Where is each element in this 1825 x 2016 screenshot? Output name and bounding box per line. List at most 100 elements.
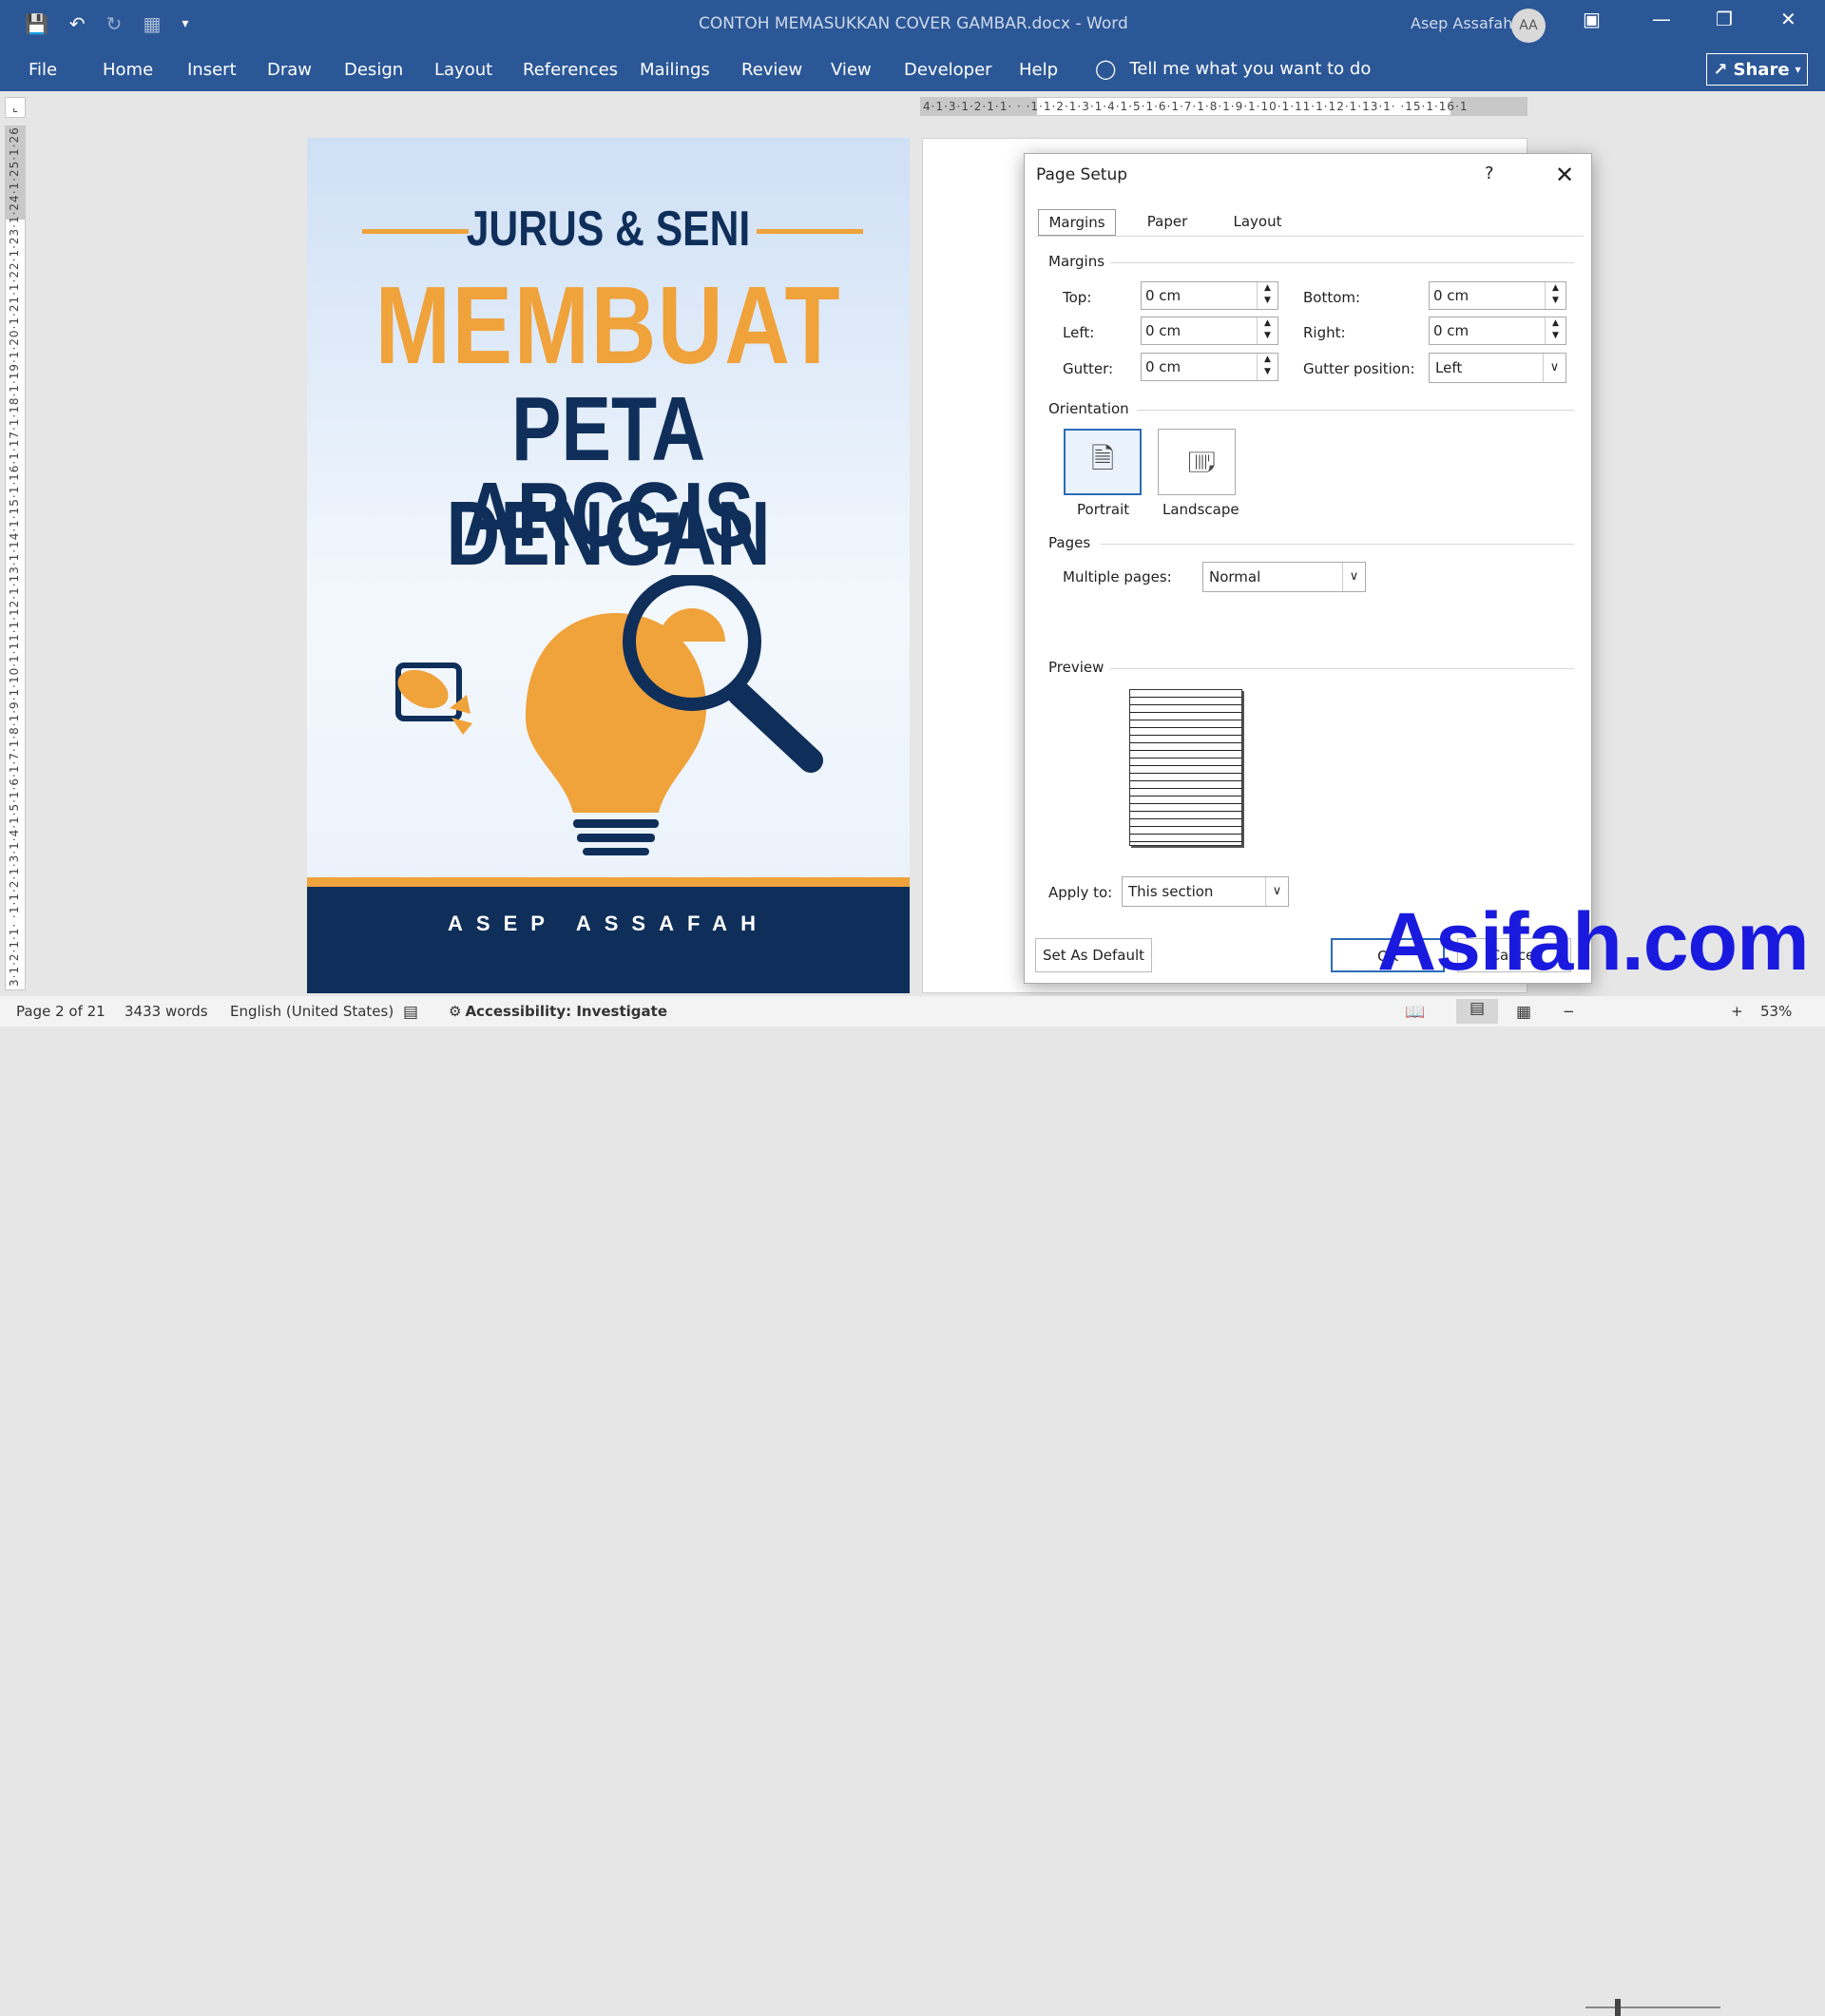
- user-name[interactable]: Asep Assafah: [1411, 14, 1512, 32]
- portrait-button[interactable]: 🗎: [1064, 429, 1142, 495]
- bottom-margin-value: 0 cm: [1433, 287, 1470, 304]
- divider: [1110, 262, 1574, 263]
- gutter-value: 0 cm: [1145, 358, 1181, 375]
- web-layout-icon[interactable]: ▦: [1516, 1003, 1531, 1022]
- apply-to-label: Apply to:: [1048, 884, 1113, 901]
- close-icon[interactable]: ✕: [1780, 8, 1796, 30]
- help-button[interactable]: ?: [1485, 163, 1494, 183]
- pages-section-title: Pages: [1048, 534, 1091, 551]
- customize-icon[interactable]: ▾: [182, 16, 188, 31]
- ribbon-display-icon[interactable]: ▣: [1583, 8, 1601, 30]
- margins-section-title: Margins: [1048, 253, 1105, 270]
- gutter-position-select[interactable]: Left ∨: [1429, 353, 1566, 383]
- ruler-ticks-vertical: 3·1·2·1·1· ·1·1·2·1·3·1·4·1·5·1·6·1·7·1·…: [8, 125, 21, 987]
- multiple-pages-value: Normal: [1209, 568, 1261, 586]
- spin-arrows-icon[interactable]: ▲ ▼: [1545, 282, 1566, 309]
- zoom-in-icon[interactable]: +: [1731, 1003, 1743, 1020]
- cover-footer-band: [307, 887, 910, 993]
- tab-review[interactable]: Review: [741, 60, 802, 80]
- spin-arrows-icon[interactable]: ▲ ▼: [1545, 317, 1566, 344]
- page-setup-dialog: Page Setup ? ✕ Margins Paper Layout Marg…: [1024, 153, 1592, 984]
- tab-dialog-layout[interactable]: Layout: [1215, 209, 1300, 236]
- share-button[interactable]: ↗ Share ▾: [1706, 53, 1808, 86]
- avatar[interactable]: AA: [1511, 9, 1546, 43]
- left-label: Left:: [1063, 324, 1095, 341]
- read-mode-icon[interactable]: 📖: [1405, 1003, 1425, 1022]
- spin-arrows-icon[interactable]: ▲ ▼: [1257, 282, 1278, 309]
- tab-panel-border: [1036, 236, 1584, 237]
- zoom-level[interactable]: 53%: [1760, 1003, 1792, 1020]
- cover-accent-band: [307, 877, 910, 887]
- tab-file[interactable]: File: [29, 60, 57, 80]
- page-preview: [1129, 689, 1242, 846]
- tab-references[interactable]: References: [523, 60, 618, 80]
- orientation-section-title: Orientation: [1048, 400, 1129, 417]
- watermark: Asifah.com: [1377, 896, 1810, 988]
- print-layout-icon[interactable]: ▤: [1456, 999, 1498, 1024]
- cover-author: ASEP ASSAFAH: [448, 912, 769, 935]
- dialog-close-icon[interactable]: ✕: [1547, 158, 1582, 192]
- table-icon[interactable]: ▦: [143, 12, 161, 35]
- tab-view[interactable]: View: [831, 60, 872, 80]
- tell-me-box[interactable]: ◯ Tell me what you want to do: [1095, 57, 1371, 80]
- tab-margins[interactable]: Margins: [1038, 209, 1116, 236]
- save-icon[interactable]: 💾: [25, 12, 48, 35]
- spin-arrows-icon[interactable]: ▲ ▼: [1257, 354, 1278, 380]
- status-bar: Page 2 of 21 3433 words English (United …: [0, 996, 1825, 2016]
- tab-mailings[interactable]: Mailings: [640, 60, 710, 80]
- horizontal-ruler[interactable]: 4·1·3·1·2·1·1· · ·1·1·2·1·3·1·4·1·5·1·6·…: [920, 97, 1527, 116]
- divider: [1101, 544, 1574, 545]
- top-margin-input[interactable]: 0 cm ▲ ▼: [1141, 281, 1278, 310]
- accessibility-icon: ⚙: [449, 1003, 462, 1020]
- tab-home[interactable]: Home: [103, 60, 153, 80]
- macro-recording-icon[interactable]: ▤: [403, 1003, 418, 1022]
- gutter-input[interactable]: 0 cm ▲ ▼: [1141, 353, 1278, 381]
- tab-selector[interactable]: ⌞: [5, 97, 26, 118]
- tab-developer[interactable]: Developer: [904, 60, 992, 80]
- multiple-pages-select[interactable]: Normal ∨: [1202, 562, 1366, 592]
- right-margin-input[interactable]: 0 cm ▲ ▼: [1429, 317, 1566, 345]
- tab-help[interactable]: Help: [1019, 60, 1058, 80]
- portrait-label: Portrait: [1077, 501, 1130, 518]
- chevron-down-icon: ▾: [1795, 63, 1801, 76]
- document-title: CONTOH MEMASUKKAN COVER GAMBAR.docx - Wo…: [699, 14, 1128, 33]
- page-count[interactable]: Page 2 of 21: [16, 1003, 106, 1020]
- tab-design[interactable]: Design: [344, 60, 403, 80]
- zoom-slider[interactable]: [1585, 2006, 1720, 2008]
- bottom-margin-input[interactable]: 0 cm ▲ ▼: [1429, 281, 1566, 310]
- landscape-label: Landscape: [1162, 501, 1239, 518]
- chevron-down-icon: ∨: [1342, 563, 1365, 591]
- tell-me-label: Tell me what you want to do: [1129, 58, 1372, 79]
- cover-title-line1: JURUS & SENI: [466, 202, 751, 257]
- multiple-pages-label: Multiple pages:: [1063, 568, 1172, 586]
- undo-icon[interactable]: ↶: [69, 12, 86, 35]
- divider: [1110, 668, 1574, 669]
- gutter-position-value: Left: [1435, 359, 1463, 376]
- spin-arrows-icon[interactable]: ▲ ▼: [1257, 317, 1278, 344]
- left-margin-input[interactable]: 0 cm ▲ ▼: [1141, 317, 1278, 345]
- cover-title-line2: MEMBUAT: [375, 263, 842, 387]
- tab-layout[interactable]: Layout: [434, 60, 492, 80]
- set-as-default-button[interactable]: Set As Default: [1035, 938, 1152, 972]
- accessibility-status[interactable]: ⚙ Accessibility: Investigate: [449, 1003, 667, 1020]
- landscape-button[interactable]: 🗎: [1158, 429, 1236, 495]
- tab-draw[interactable]: Draw: [267, 60, 312, 80]
- minimize-icon[interactable]: —: [1652, 8, 1671, 30]
- share-icon: ↗: [1713, 59, 1728, 80]
- zoom-out-icon[interactable]: −: [1563, 1003, 1575, 1020]
- cover-image[interactable]: JURUS & SENI MEMBUAT PETA DENGAN ARCGIS …: [307, 138, 910, 993]
- vertical-ruler[interactable]: 3·1·2·1·1· ·1·1·2·1·3·1·4·1·5·1·6·1·7·1·…: [5, 125, 26, 990]
- language[interactable]: English (United States): [230, 1003, 394, 1020]
- word-count[interactable]: 3433 words: [125, 1003, 208, 1020]
- top-margin-value: 0 cm: [1145, 287, 1181, 304]
- chevron-down-icon: ∨: [1543, 354, 1566, 382]
- redo-icon[interactable]: ↻: [106, 12, 123, 35]
- gutter-position-label: Gutter position:: [1303, 360, 1415, 377]
- zoom-slider-thumb[interactable]: [1614, 1999, 1621, 2016]
- tab-insert[interactable]: Insert: [187, 60, 237, 80]
- apply-to-select[interactable]: This section ∨: [1122, 876, 1289, 907]
- right-margin-value: 0 cm: [1433, 322, 1470, 339]
- lightbulb-puzzle-icon: [526, 613, 706, 855]
- restore-icon[interactable]: ❐: [1716, 8, 1733, 30]
- tab-paper[interactable]: Paper: [1129, 209, 1205, 236]
